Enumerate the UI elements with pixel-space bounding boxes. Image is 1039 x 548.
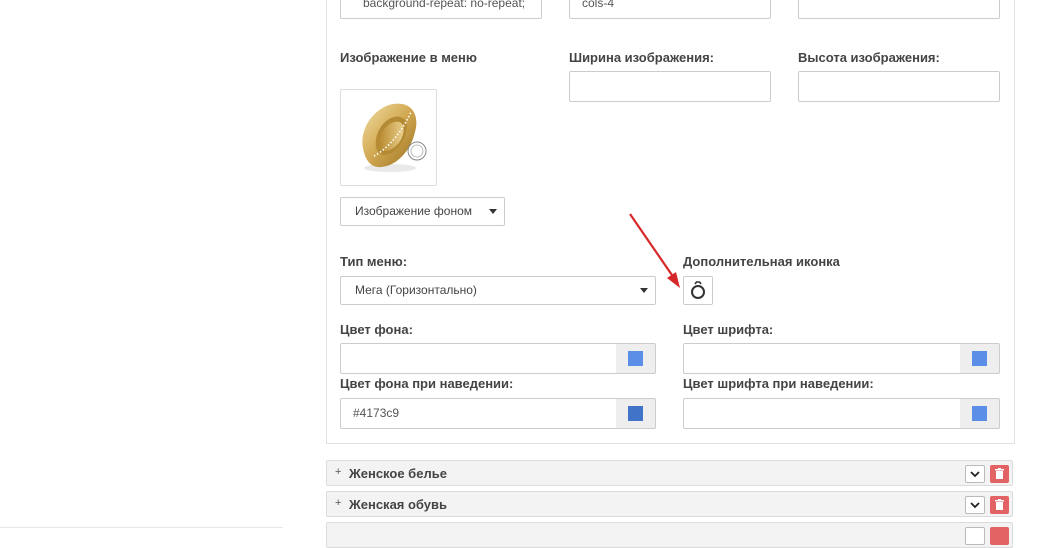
menu-image-thumbnail[interactable] [340,89,437,186]
columns-class-input[interactable]: cols-4 [569,0,771,19]
trash-icon[interactable] [990,496,1009,514]
annotation-arrow [629,213,680,288]
font-hover-color-label: Цвет шрифта при наведении: [683,376,874,391]
chevron-down-icon[interactable] [965,527,985,545]
bg-hover-color-input[interactable]: #4173c9 [340,398,617,429]
bg-hover-color-picker-button[interactable] [616,398,656,429]
color-swatch-icon [972,351,987,366]
bg-hover-color-label: Цвет фона при наведении: [340,376,514,391]
bg-color-label: Цвет фона: [340,322,413,337]
menu-type-value: Мега (Горизонтально) [355,283,477,297]
chevron-down-icon[interactable] [965,465,985,483]
trash-icon[interactable] [990,527,1009,545]
accordion-item[interactable]: + Женская обувь [326,491,1013,517]
bg-hover-color-value: #4173c9 [353,406,400,420]
background-css-input[interactable]: background-repeat: no-repeat; [340,0,542,19]
accordion-item[interactable]: + Женское белье [326,460,1013,486]
background-css-value: background-repeat: no-repeat; [363,0,526,10]
color-swatch-icon [628,406,643,421]
font-color-input[interactable] [683,343,961,374]
image-width-label: Ширина изображения: [569,50,714,65]
accordion-item-title: Женская обувь [349,497,448,512]
bg-color-picker-button[interactable] [616,343,656,374]
chevron-down-icon[interactable] [965,496,985,514]
image-height-label: Высота изображения: [798,50,940,65]
color-swatch-icon [972,406,987,421]
image-width-input[interactable] [569,71,771,102]
font-color-label: Цвет шрифта: [683,322,774,337]
image-mode-value: Изображение фоном [355,204,473,218]
trash-icon[interactable] [990,465,1009,483]
extra-top-input[interactable] [798,0,1000,19]
ring-image [362,103,427,172]
plus-icon[interactable]: + [335,497,341,509]
plus-icon[interactable]: + [335,466,341,478]
bg-color-input[interactable] [340,343,617,374]
columns-class-value: cols-4 [582,0,615,10]
font-hover-color-picker-button[interactable] [960,398,1000,429]
chevron-down-icon [489,209,497,214]
menu-type-label: Тип меню: [340,254,408,269]
ring-icon [691,281,705,299]
image-mode-select[interactable]: Изображение фоном [340,197,505,226]
accordion-item-title: Женское белье [349,466,447,481]
extra-icon-label: Дополнительная иконка [683,254,840,269]
menu-image-label: Изображение в меню [340,50,477,65]
color-swatch-icon [628,351,643,366]
accordion-item[interactable] [326,522,1013,548]
menu-type-select[interactable]: Мега (Горизонтально) [340,276,656,305]
divider [0,527,283,528]
font-hover-color-input[interactable] [683,398,961,429]
extra-icon-picker[interactable] [683,276,713,305]
image-height-input[interactable] [798,71,1000,102]
font-color-picker-button[interactable] [960,343,1000,374]
